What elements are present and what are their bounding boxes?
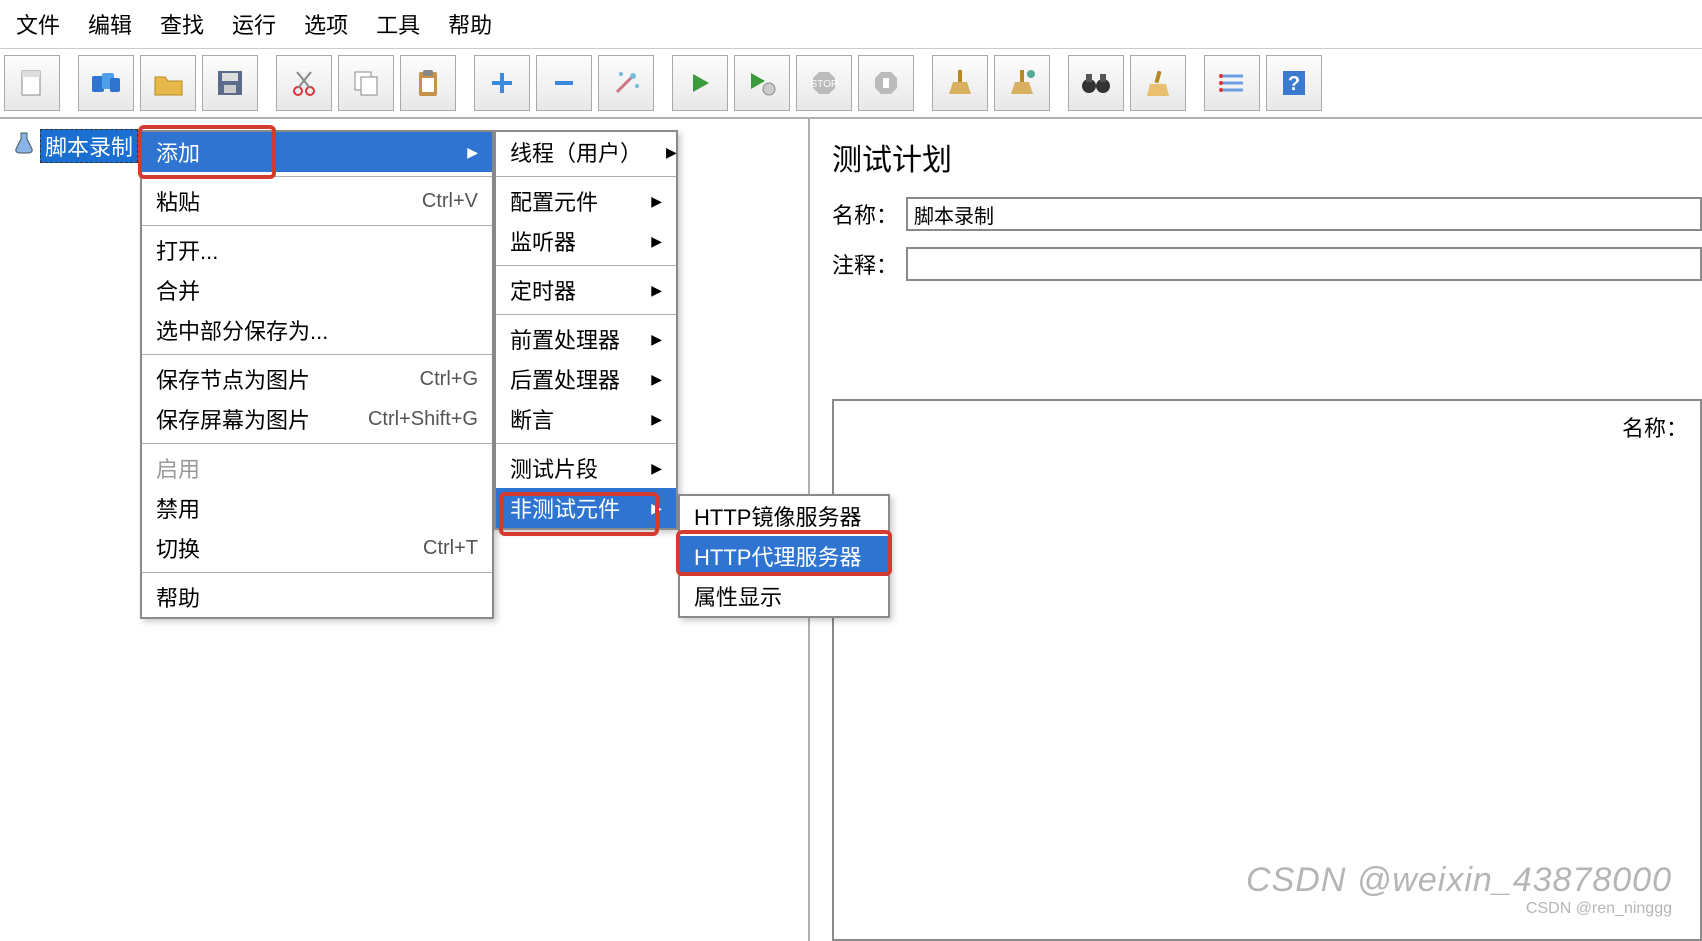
ctx-main-item-9[interactable]: 保存屏幕为图片Ctrl+Shift+G (142, 399, 492, 439)
ctx-add-item-2[interactable]: 配置元件▶ (496, 181, 676, 221)
svg-text:?: ? (1288, 73, 1300, 95)
save-icon[interactable] (202, 55, 258, 111)
panel-title: 测试计划 (832, 135, 1702, 179)
menu-edit[interactable]: 编辑 (74, 4, 146, 44)
binoculars-icon[interactable] (1068, 55, 1124, 111)
cut-icon[interactable] (276, 55, 332, 111)
menu-options[interactable]: 选项 (290, 4, 362, 44)
ctx-add-item-11[interactable]: 测试片段▶ (496, 448, 676, 488)
shutdown-icon[interactable] (858, 55, 914, 111)
ctx-nontest-item-2[interactable]: 属性显示 (680, 576, 888, 616)
toolbar: STOP ? (0, 48, 1702, 119)
menu-tools[interactable]: 工具 (362, 4, 434, 44)
minus-icon[interactable] (536, 55, 592, 111)
tree-root-label: 脚本录制 (40, 129, 138, 163)
ctx-add-item-5[interactable]: 定时器▶ (496, 270, 676, 310)
menu-help[interactable]: 帮助 (434, 4, 506, 44)
test-plan-icon (12, 131, 36, 161)
watermark: CSDN @weixin_43878000 CSDN @ren_ninggg (1246, 861, 1672, 918)
ctx-main-item-8[interactable]: 保存节点为图片Ctrl+G (142, 359, 492, 399)
ctx-main-item-5[interactable]: 合并 (142, 270, 492, 310)
broom1-icon[interactable] (932, 55, 988, 111)
function-helper-icon[interactable] (1204, 55, 1260, 111)
ctx-add-item-0[interactable]: 线程（用户）▶ (496, 132, 676, 172)
wand-icon[interactable] (598, 55, 654, 111)
menu-file[interactable]: 文件 (2, 4, 74, 44)
name-label: 名称： (832, 198, 906, 230)
paste-icon[interactable] (400, 55, 456, 111)
help-icon[interactable]: ? (1266, 55, 1322, 111)
variables-box: 名称： (832, 399, 1702, 941)
stop-icon[interactable]: STOP (796, 55, 852, 111)
right-panel: 测试计划 名称： 注释： 名称： (810, 119, 1702, 941)
templates-icon[interactable] (78, 55, 134, 111)
ctx-main-item-2[interactable]: 粘贴Ctrl+V (142, 181, 492, 221)
comment-label: 注释： (832, 248, 906, 280)
menu-run[interactable]: 运行 (218, 4, 290, 44)
play-noTimers-icon[interactable] (734, 55, 790, 111)
menu-find[interactable]: 查找 (146, 4, 218, 44)
svg-text:STOP: STOP (810, 79, 837, 90)
ctx-main-item-0[interactable]: 添加▶ (142, 132, 492, 172)
var-name-label: 名称： (1622, 411, 1688, 443)
ctx-add-item-12[interactable]: 非测试元件▶ (496, 488, 676, 528)
ctx-main-item-4[interactable]: 打开... (142, 230, 492, 270)
ctx-main-item-6[interactable]: 选中部分保存为... (142, 310, 492, 350)
ctx-main-item-13[interactable]: 切换Ctrl+T (142, 528, 492, 568)
context-submenu-add: 线程（用户）▶ 配置元件▶监听器▶ 定时器▶ 前置处理器▶后置处理器▶断言▶ 测试片段▶… (494, 130, 678, 530)
menubar: 文件 编辑 查找 运行 选项 工具 帮助 (0, 0, 1702, 48)
copy-icon[interactable] (338, 55, 394, 111)
ctx-nontest-item-0[interactable]: HTTP镜像服务器 (680, 496, 888, 536)
plus-icon[interactable] (474, 55, 530, 111)
context-menu-main: 添加▶ 粘贴Ctrl+V 打开...合并选中部分保存为... 保存节点为图片Ctrl+… (140, 130, 494, 619)
ctx-add-item-3[interactable]: 监听器▶ (496, 221, 676, 261)
new-icon[interactable] (4, 55, 60, 111)
clean-icon[interactable] (1130, 55, 1186, 111)
broom2-icon[interactable] (994, 55, 1050, 111)
play-icon[interactable] (672, 55, 728, 111)
open-icon[interactable] (140, 55, 196, 111)
ctx-add-item-9[interactable]: 断言▶ (496, 399, 676, 439)
context-submenu-nontest: HTTP镜像服务器HTTP代理服务器属性显示 (678, 494, 890, 618)
ctx-main-item-15[interactable]: 帮助 (142, 577, 492, 617)
ctx-add-item-8[interactable]: 后置处理器▶ (496, 359, 676, 399)
ctx-main-item-12[interactable]: 禁用 (142, 488, 492, 528)
comment-field[interactable] (906, 247, 1702, 281)
ctx-nontest-item-1[interactable]: HTTP代理服务器 (680, 536, 888, 576)
name-field[interactable] (906, 197, 1702, 231)
ctx-main-item-11: 启用 (142, 448, 492, 488)
ctx-add-item-7[interactable]: 前置处理器▶ (496, 319, 676, 359)
